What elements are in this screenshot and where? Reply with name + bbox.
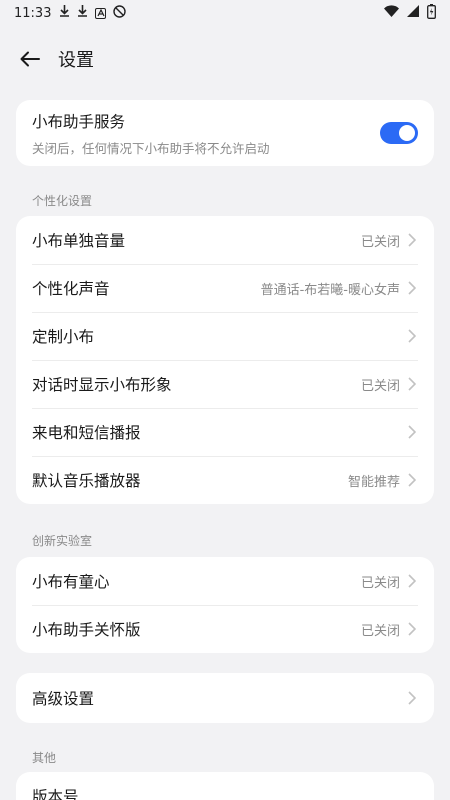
row-avatar-display[interactable]: 对话时显示小布形象 已关闭 <box>16 360 434 408</box>
row-music-player[interactable]: 默认音乐播放器 智能推荐 <box>16 456 434 504</box>
row-customize[interactable]: 定制小布 <box>16 312 434 360</box>
app-header: 设置 <box>0 36 450 82</box>
service-row: 小布助手服务 关闭后，任何情况下小布助手将不允许启动 <box>16 100 434 166</box>
chevron-right-icon <box>408 690 418 706</box>
chevron-right-icon <box>408 424 418 440</box>
section-label-lab: 创新实验室 <box>32 534 93 548</box>
row-label: 对话时显示小布形象 <box>32 376 172 394</box>
status-bar: 11:33 <box>0 0 450 26</box>
row-version[interactable]: 版本号 <box>16 772 434 800</box>
page-title: 设置 <box>58 50 94 71</box>
back-button[interactable] <box>16 45 44 73</box>
row-value: 智能推荐 <box>347 474 400 490</box>
lab-card: 小布有童心 已关闭 小布助手关怀版 已关闭 <box>16 557 434 653</box>
service-description: 关闭后，任何情况下小布助手将不允许启动 <box>32 140 270 156</box>
row-call-sms-announce[interactable]: 来电和短信播报 <box>16 408 434 456</box>
row-volume[interactable]: 小布单独音量 已关闭 <box>16 216 434 264</box>
service-card: 小布助手服务 关闭后，任何情况下小布助手将不允许启动 <box>16 100 434 166</box>
row-label: 小布单独音量 <box>32 232 126 250</box>
service-toggle[interactable] <box>380 122 418 144</box>
row-label: 小布有童心 <box>32 573 110 591</box>
no-disturb-icon <box>113 4 127 22</box>
toggle-knob <box>399 125 415 141</box>
battery-charging-icon <box>427 3 436 23</box>
advanced-card: 高级设置 <box>16 673 434 723</box>
chevron-right-icon <box>408 376 418 392</box>
chevron-right-icon <box>408 328 418 344</box>
row-voice[interactable]: 个性化声音 普通话-布若曦-暖心女声 <box>16 264 434 312</box>
row-care-mode[interactable]: 小布助手关怀版 已关闭 <box>16 605 434 653</box>
wifi-icon <box>384 5 399 21</box>
row-advanced-settings[interactable]: 高级设置 <box>16 673 434 723</box>
service-title: 小布助手服务 <box>32 112 126 131</box>
row-label: 版本号 <box>32 788 79 800</box>
signal-icon <box>407 5 419 21</box>
row-value: 已关闭 <box>360 623 400 639</box>
row-label: 小布助手关怀版 <box>32 621 141 639</box>
other-card: 版本号 <box>16 772 434 800</box>
row-value: 已关闭 <box>360 234 400 250</box>
row-label: 默认音乐播放器 <box>32 472 141 490</box>
row-label: 个性化声音 <box>32 280 110 298</box>
personal-settings-card: 小布单独音量 已关闭 个性化声音 普通话-布若曦-暖心女声 定制小布 对话时显示… <box>16 216 434 504</box>
app-notification-icon <box>95 7 107 19</box>
chevron-right-icon <box>408 232 418 248</box>
status-time: 11:33 <box>14 5 52 21</box>
row-label: 来电和短信播报 <box>32 424 141 442</box>
chevron-right-icon <box>408 280 418 296</box>
row-label: 高级设置 <box>32 690 95 708</box>
section-label-personal: 个性化设置 <box>32 194 93 208</box>
download-icon <box>77 5 88 21</box>
arrow-left-icon <box>20 51 40 67</box>
chevron-right-icon <box>408 472 418 488</box>
row-child-mode[interactable]: 小布有童心 已关闭 <box>16 557 434 605</box>
download-icon <box>59 5 70 21</box>
row-value: 已关闭 <box>360 378 400 394</box>
row-label: 定制小布 <box>32 328 95 346</box>
row-value: 普通话-布若曦-暖心女声 <box>260 282 400 298</box>
row-value: 已关闭 <box>360 575 400 591</box>
section-label-other: 其他 <box>32 751 57 765</box>
chevron-right-icon <box>408 573 418 589</box>
chevron-right-icon <box>408 621 418 637</box>
